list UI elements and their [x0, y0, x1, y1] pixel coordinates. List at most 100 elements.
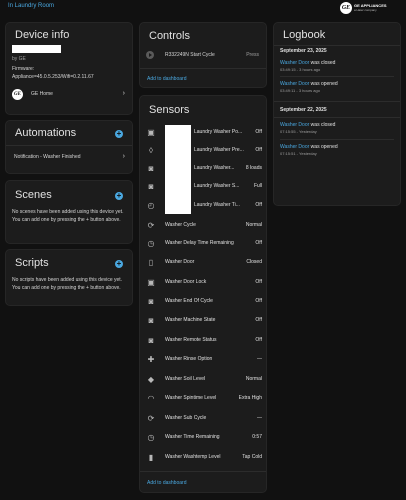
scripts-title: Scripts — [15, 257, 49, 269]
control-row: R332249N Start Cycle Press — [140, 48, 268, 62]
divider — [280, 76, 394, 77]
cycle-icon: ⟳ — [147, 221, 155, 230]
sensor-value: Off — [255, 202, 262, 208]
sensor-value: Extra High — [238, 395, 262, 401]
sensor-row[interactable]: ◷ Washer Delay Time Remaining Off — [140, 237, 268, 251]
divider — [274, 101, 400, 102]
sensor-row[interactable]: ▣ Laundry Washer Po... Off — [140, 126, 268, 140]
automation-item[interactable]: Notification - Washer Finished › — [6, 151, 134, 165]
sensor-value: Off — [255, 279, 262, 285]
divider — [6, 145, 132, 146]
sensor-value: Closed — [246, 259, 262, 265]
log-entity-link[interactable]: Washer Door — [280, 144, 309, 150]
sensors-card: Sensors ▣ Laundry Washer Po... Off ◊ Laundry… — [139, 95, 267, 493]
device-info-card: Device info by GE Firmware: Appliance=45… — [5, 22, 133, 115]
sensor-name: Washer Spintime Level — [165, 395, 217, 401]
sensor-value: Off — [255, 147, 262, 153]
log-action: was opened — [310, 81, 338, 87]
log-time: 03:49:15 - 3 hours ago — [280, 67, 321, 72]
add-automation-button[interactable]: + — [115, 130, 123, 138]
sensor-name: Washer Cycle — [165, 222, 196, 228]
washer-icon: ◙ — [148, 182, 154, 191]
water-drop-icon: ◊ — [149, 146, 153, 155]
add-to-dashboard-link[interactable]: Add to dashboard — [147, 480, 186, 486]
sensor-value: Tap Cold — [242, 454, 262, 460]
water-plus-icon: ✚ — [147, 355, 155, 364]
sensor-row[interactable]: ⟳ Washer Sub Cycle — — [140, 412, 268, 426]
sensor-value: Off — [255, 129, 262, 135]
scenes-title: Scenes — [15, 189, 52, 201]
sensor-row[interactable]: ◙ Laundry Washer S... Full — [140, 180, 268, 194]
integration-row[interactable]: GE GE Home › — [6, 87, 134, 102]
sensor-name: Washer End Of Cycle — [165, 298, 213, 304]
log-entity-link[interactable]: Washer Door — [280, 122, 309, 128]
sensor-row[interactable]: ◙ Washer Remote Status Off — [140, 334, 268, 348]
washer-icon: ◙ — [148, 164, 154, 173]
ge-logo: GE — [340, 2, 352, 14]
sensor-value: Off — [255, 240, 262, 246]
sensor-row[interactable]: ✚ Washer Rinse Option — — [140, 353, 268, 367]
timer-icon: ◷ — [147, 433, 155, 442]
sensor-value: 8 loads — [245, 165, 262, 171]
washer-icon: ◙ — [148, 336, 154, 345]
sensor-row[interactable]: ◙ Laundry Washer... 8 loads — [140, 162, 268, 176]
sensor-name: Washer Soil Level — [165, 376, 206, 382]
add-scene-button[interactable]: + — [115, 192, 123, 200]
log-time: 03:49:11 - 3 hours ago — [280, 88, 320, 93]
chevron-right-icon: › — [122, 153, 125, 160]
divider — [274, 45, 400, 46]
logbook-card: Logbook September 23, 2025 Washer Door w… — [273, 22, 401, 206]
sensor-value: Full — [253, 183, 262, 189]
sensor-row[interactable]: ◊ Laundry Washer Pre... Off — [140, 144, 268, 158]
area-link[interactable]: In Laundry Room — [8, 3, 54, 9]
sensor-row[interactable]: ◙ Washer End Of Cycle Off — [140, 295, 268, 309]
automation-label: Notification - Washer Finished — [14, 154, 81, 160]
thermometer-icon: ▮ — [148, 453, 154, 462]
sensor-name: Washer Time Remaining — [165, 434, 220, 440]
sensor-row[interactable]: ▮ Washer Washtemp Level Tap Cold — [140, 451, 268, 465]
log-time: 07:15:55 - Yesterday — [280, 129, 317, 134]
sensor-value: Normal — [245, 376, 262, 382]
sensor-row[interactable]: ◆ Washer Soil Level Normal — [140, 373, 268, 387]
sensor-row[interactable]: ▯ Washer Door Closed — [140, 256, 268, 270]
device-info-title: Device info — [15, 29, 70, 41]
washer-timer-icon: ◴ — [147, 201, 155, 210]
scenes-card: Scenes + No scenes have been added using… — [5, 180, 133, 244]
ge-appliances-brand: GE APPLIANCES a Haier company — [354, 4, 398, 13]
divider — [280, 139, 394, 140]
log-date: September 23, 2025 — [280, 48, 327, 54]
sensor-row[interactable]: ◷ Washer Time Remaining 0:57 — [140, 431, 268, 445]
brand-tagline: a Haier company — [354, 8, 377, 12]
sensor-name: Washer Machine State — [165, 317, 216, 323]
sensor-name: Washer Door — [165, 259, 195, 265]
add-script-button[interactable]: + — [115, 260, 123, 268]
sensor-row[interactable]: ◙ Washer Machine State Off — [140, 314, 268, 328]
automations-title: Automations — [15, 127, 77, 139]
controls-card: Controls R332249N Start Cycle Press Add … — [139, 22, 267, 88]
add-to-dashboard-link[interactable]: Add to dashboard — [147, 76, 186, 82]
log-entry: Washer Door was opened 07:15:51 - Yester… — [280, 144, 396, 156]
log-action: was opened — [310, 144, 338, 150]
log-action: was closed — [310, 60, 336, 66]
log-entry: Washer Door was opened 03:49:11 - 3 hour… — [280, 81, 396, 93]
sensor-value: Normal — [245, 222, 262, 228]
sensor-value: Off — [255, 298, 262, 304]
press-button[interactable]: Press — [246, 52, 259, 58]
play-icon — [146, 51, 154, 59]
log-entity-link[interactable]: Washer Door — [280, 81, 309, 87]
divider — [274, 117, 400, 118]
sensor-name: Washer Remote Status — [165, 337, 217, 343]
timer-icon: ◷ — [147, 239, 155, 248]
log-entry: Washer Door was closed 03:49:15 - 3 hour… — [280, 60, 396, 72]
washer-icon: ◙ — [148, 297, 154, 306]
divider — [140, 471, 266, 472]
log-entity-link[interactable]: Washer Door — [280, 60, 309, 66]
sensor-row[interactable]: ▣ Washer Door Lock Off — [140, 276, 268, 290]
log-entry: Washer Door was closed 07:15:55 - Yester… — [280, 122, 396, 134]
sensor-row[interactable]: ⟳ Washer Cycle Normal — [140, 219, 268, 233]
sensor-row[interactable]: ◴ Laundry Washer Ti... Off — [140, 199, 268, 213]
ge-integration-logo-text: GE — [14, 92, 21, 97]
lock-icon: ▣ — [147, 278, 155, 287]
integration-label: GE Home — [31, 91, 53, 97]
sensor-row[interactable]: ◠ Washer Spintime Level Extra High — [140, 392, 268, 406]
